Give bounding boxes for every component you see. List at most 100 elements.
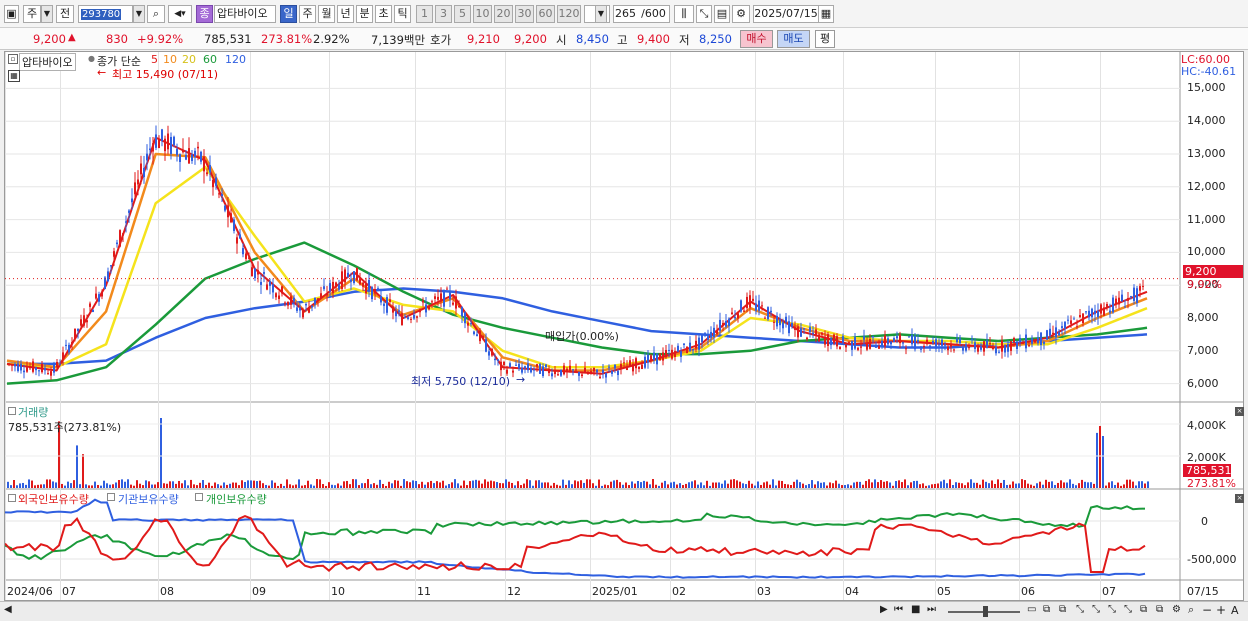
volume-bar — [580, 480, 582, 488]
rewind-icon[interactable]: ⏮ — [894, 604, 903, 615]
volume-bar — [418, 484, 420, 488]
candle-body — [98, 294, 100, 302]
volume-bar — [949, 479, 951, 488]
stock-code-input[interactable]: 293780 — [78, 5, 133, 23]
volume-bar — [154, 484, 156, 488]
volume-bar — [7, 481, 9, 488]
candle-body — [41, 363, 43, 373]
zoom-slider-handle[interactable] — [983, 606, 988, 617]
volume-close-icon[interactable]: × — [1235, 407, 1244, 416]
interval-60[interactable]: 60 — [536, 5, 555, 23]
stock-name-label: 압타바이오 — [19, 53, 76, 71]
period-year[interactable]: 년 — [337, 5, 354, 23]
scroll-right-icon[interactable]: ▶ — [880, 604, 888, 615]
period-tick[interactable]: 틱 — [394, 5, 411, 23]
gear-icon[interactable]: ⚙ — [732, 5, 750, 23]
volume-bar — [379, 479, 381, 488]
count-total: /600 — [638, 5, 670, 23]
period-day[interactable]: 일 — [280, 5, 297, 23]
code-dropdown-icon[interactable]: ▼ — [133, 5, 145, 23]
chart-area[interactable]: 2024/06 07 08 09 10 11 12 2025/01 02 03 04 05 06 07 ▫… — [4, 51, 1244, 601]
calendar-icon[interactable]: ▦ — [818, 5, 834, 23]
candle-body — [476, 334, 478, 337]
period-second[interactable]: 초 — [375, 5, 392, 23]
speaker-icon[interactable]: ◀▾ — [168, 5, 192, 23]
volume-pane-icon[interactable] — [8, 407, 16, 415]
view-icon-3[interactable]: ⧉ — [1059, 604, 1066, 615]
search-icon[interactable]: ⌕ — [147, 5, 165, 23]
chevron-down-icon[interactable]: ▼ — [41, 5, 53, 23]
market-select[interactable]: 주 — [23, 5, 41, 23]
candle-body — [572, 369, 574, 371]
zoom-out-icon[interactable]: − — [1202, 603, 1212, 617]
view-icon-7[interactable]: ⤡ — [1124, 604, 1132, 615]
count-input[interactable]: 265 — [613, 5, 639, 23]
chart-canvas[interactable]: 2024/06 07 08 09 10 11 12 2025/01 02 03 04 05 06 07 — [5, 52, 1243, 600]
candle-body — [188, 148, 190, 164]
buy-button[interactable]: 매수 — [740, 30, 773, 48]
volume-bar — [940, 481, 942, 488]
scroll-left-icon[interactable]: ◀ — [4, 604, 12, 615]
auto-scale-icon[interactable]: A — [1231, 604, 1239, 617]
grid-icon[interactable]: ▦ — [8, 70, 20, 82]
bottom-scrollbar[interactable]: ◀ ▶ ⏮ ■ ⏭ ▭ ⧉ ⧉ ⤡ ⤡ ⤡ ⤡ ⧉ ⧉ ⚙ ⌕ − + A — [0, 601, 1248, 621]
view-icon-2[interactable]: ⧉ — [1043, 604, 1050, 615]
view-icon-4[interactable]: ⤡ — [1076, 604, 1084, 615]
interval-dropdown-icon[interactable]: ▼ — [595, 5, 607, 23]
x-tick-label: 11 — [417, 585, 431, 598]
search-zoom-icon[interactable]: ⌕ — [1188, 603, 1194, 617]
candle-body — [881, 340, 883, 347]
candle-body — [668, 349, 670, 351]
volume-bar — [934, 483, 936, 488]
volume-bar — [565, 484, 567, 488]
volume-bar — [343, 481, 345, 488]
period-week[interactable]: 주 — [299, 5, 316, 23]
interval-5[interactable]: 5 — [454, 5, 471, 23]
view-icon-6[interactable]: ⤡ — [1108, 604, 1116, 615]
volume-bar — [1093, 483, 1095, 488]
volume-bar — [28, 479, 30, 488]
sell-button[interactable]: 매도 — [777, 30, 810, 48]
candle-type-icon[interactable]: ⫼ — [674, 5, 694, 23]
eval-button[interactable]: 평 — [815, 30, 835, 48]
volume-bar — [490, 480, 492, 488]
view-icon-8[interactable]: ⧉ — [1140, 604, 1147, 615]
interval-30[interactable]: 30 — [515, 5, 534, 23]
turnover-pct: 2.92% — [313, 32, 350, 46]
holding-close-icon[interactable]: × — [1235, 494, 1244, 503]
save-icon[interactable]: ▤ — [714, 5, 730, 23]
view-icon-9[interactable]: ⧉ — [1156, 604, 1163, 615]
max-marker-icon: ← — [97, 66, 107, 79]
stop-icon[interactable]: ■ — [911, 604, 920, 615]
holding-pane-icon[interactable] — [8, 494, 16, 502]
zoom-in-icon[interactable]: + — [1216, 603, 1226, 617]
volume-bar — [787, 484, 789, 488]
date-input[interactable]: 2025/07/15 — [753, 5, 819, 23]
stock-name-field[interactable]: 압타바이오 — [214, 5, 276, 23]
prev-button[interactable]: 전 — [56, 5, 74, 23]
candle-body — [272, 284, 274, 293]
fast-forward-icon[interactable]: ⏭ — [927, 604, 936, 615]
period-minute[interactable]: 분 — [356, 5, 373, 23]
interval-3[interactable]: 3 — [435, 5, 452, 23]
view-icon-5[interactable]: ⤡ — [1092, 604, 1100, 615]
volume-bar — [1021, 479, 1023, 488]
window-icon[interactable]: ▣ — [4, 5, 19, 23]
crosshair-icon[interactable]: ⤡ — [696, 5, 712, 23]
volume-bar — [778, 480, 780, 488]
candle-body — [185, 155, 187, 160]
volume-bar — [457, 483, 459, 488]
pane-menu-icon[interactable]: ▫ — [8, 54, 18, 64]
interval-1[interactable]: 1 — [416, 5, 433, 23]
interval-10[interactable]: 10 — [473, 5, 492, 23]
candle-body — [32, 361, 34, 372]
interval-120[interactable]: 120 — [557, 5, 581, 23]
period-month[interactable]: 월 — [318, 5, 335, 23]
volume-bar — [640, 482, 642, 488]
candle-body — [1037, 337, 1039, 344]
volume-bar — [121, 479, 123, 488]
view-icon-10[interactable]: ⚙ — [1172, 604, 1181, 615]
view-icon-1[interactable]: ▭ — [1027, 604, 1036, 615]
interval-20[interactable]: 20 — [494, 5, 513, 23]
candle-body — [332, 281, 334, 293]
